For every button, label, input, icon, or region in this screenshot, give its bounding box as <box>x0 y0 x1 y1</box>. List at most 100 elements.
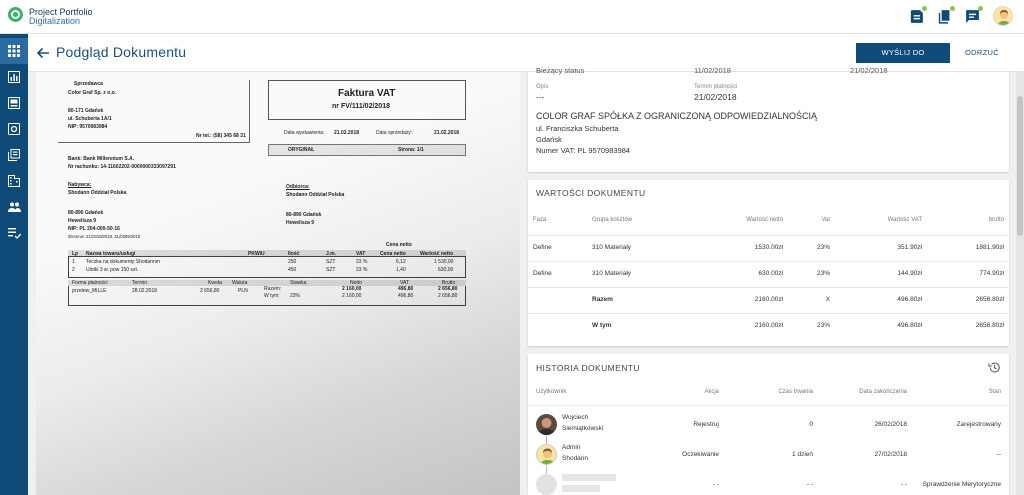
company-city: Gdańsk <box>536 135 562 144</box>
sidebar <box>0 34 28 495</box>
invoice-buyer-city: 80-890 Gdańsk <box>68 210 104 216</box>
history-state: Zarejestrowany <box>956 421 1001 428</box>
invoice-scan: Sprzedawca Color Graf Sp. z o.o. 80-171 … <box>58 78 508 378</box>
values-cell-group: 310 Materiały <box>592 270 632 277</box>
invoice-col-lp: Lp <box>72 251 79 257</box>
values-cell-vat: 23% <box>816 270 830 277</box>
invoice-pay-date: 28.02.2018 <box>132 288 158 294</box>
invoice-item-vat: 23 % <box>356 267 368 273</box>
invoice-item-value: 630,00 <box>438 267 454 273</box>
building-icon <box>8 175 20 187</box>
values-cell-vat: X <box>825 296 830 303</box>
invoice-item-price: 6,12 <box>396 259 406 265</box>
send-to-verification-button[interactable]: WYŚLIJ DO WERYFIKACJI <box>856 43 950 77</box>
opis-label: Opis <box>536 84 549 90</box>
history-action: - - <box>712 481 719 488</box>
invoice-wtym-label: W tym: <box>264 293 280 299</box>
values-including-label: W tym <box>592 322 612 329</box>
documents-icon[interactable] <box>908 6 927 25</box>
sidebar-item-apps[interactable] <box>0 38 28 64</box>
history-duration: 0 <box>809 421 813 428</box>
invoice-pay-method: przelew_MILLE <box>72 288 107 294</box>
invoice-col-pkwiu: PKWiU <box>248 251 265 257</box>
values-cell-net: 630.00zł <box>758 270 783 277</box>
invoice-wtym-gross: 2 656,80 <box>438 293 458 299</box>
invoice-seller-label: Sprzedawca <box>74 81 103 87</box>
invoice-cena-netto-label: Cena netto <box>386 242 412 248</box>
invoice-razem-label: Razem: <box>264 286 282 292</box>
invoice-receiver-name: Shodann Oddział Polska <box>286 192 345 198</box>
values-col-gross: brutto <box>988 217 1004 223</box>
people-icon <box>7 202 21 212</box>
payment-date-label: Termin płatności <box>694 84 738 90</box>
history-icon[interactable] <box>988 361 1001 374</box>
user-avatar[interactable] <box>993 6 1013 26</box>
invoice-buyer-order: Zlecenie: ZL/0319/2018, ZL/0289/2018 <box>68 234 141 239</box>
values-cell-vat-value: 496.80zł <box>897 296 922 303</box>
invoice-sale-label: Data sprzedaży: <box>376 130 413 136</box>
invoice-pay-col-currency: Waluta <box>232 280 248 286</box>
history-duration: 1 dzień <box>792 451 813 458</box>
sidebar-item-inbox[interactable] <box>0 90 28 116</box>
sidebar-item-charts[interactable] <box>0 64 28 90</box>
invoice-item-value: 1 530,00 <box>434 259 454 265</box>
invoice-sale-date: 21.02.2018 <box>434 130 460 136</box>
sidebar-item-users[interactable] <box>0 194 28 220</box>
details-cut-label: Bieżący status <box>536 66 585 75</box>
copy-icon[interactable] <box>936 6 955 25</box>
invoice-buyer-nip: NIP: PL 204-000-50-16 <box>68 226 120 232</box>
values-cell-vat: 23% <box>816 322 830 329</box>
document-preview[interactable]: Sprzedawca Color Graf Sp. z o.o. 80-171 … <box>36 72 520 495</box>
invoice-item-name: Ulotki 3 w. pow 150 szt. <box>86 267 139 273</box>
history-action: Oczekiwanie <box>682 451 719 458</box>
values-cell-gross: 774.90zł <box>979 270 1004 277</box>
invoice-sum-net: 2 160,00 <box>342 286 362 292</box>
invoice-col-qty: Ilość <box>288 251 300 257</box>
invoice-wtym-vat: 496,80 <box>398 293 414 299</box>
company-vat: Numer VAT: PL 9570983984 <box>536 146 631 155</box>
scrollbar-thumb[interactable] <box>1017 96 1023 236</box>
invoice-seller-addr1: 80-171 Gdańsk <box>68 108 104 114</box>
invoice-item-name: Teczka na dokumenty Shodannm <box>86 259 160 265</box>
chat-icon[interactable] <box>964 6 983 25</box>
invoice-title: Faktura VAT <box>338 88 396 99</box>
invoice-receiver-city: 80-890 Gdańsk <box>286 212 322 218</box>
details-cut-date-1: 11/02/2018 <box>694 66 731 75</box>
document-history-card: HISTORIA DOKUMENTU Użytkownik Akcja Czas… <box>528 354 1009 495</box>
history-duration: - - <box>806 481 813 488</box>
history-col-action: Akcja <box>704 389 719 395</box>
invoice-seller-name: Color Graf Sp. z o.o. <box>68 90 117 96</box>
avatar <box>536 444 557 465</box>
invoice-account: Nr rachunku: 14-11602202-000000033309729… <box>68 164 176 170</box>
company-street: ul. Franciszka Schuberta <box>536 124 619 133</box>
invoice-number: nr FV/111/02/2018 <box>332 103 390 110</box>
invoice-col-unit: J.m. <box>326 251 337 257</box>
invoice-col-vat: VAT <box>356 251 366 257</box>
values-col-net: Wartość netto <box>746 217 783 223</box>
history-col-user: Użytkownik <box>536 389 567 395</box>
invoice-col-net-price: Cena netto <box>380 251 406 257</box>
sidebar-item-library[interactable] <box>0 142 28 168</box>
sidebar-item-tasks[interactable] <box>0 220 28 246</box>
invoice-pay-amount: 2 656,80 <box>200 288 220 294</box>
back-arrow-icon[interactable] <box>36 46 50 60</box>
values-cell-net: 2160.00zł <box>754 322 783 329</box>
document-details-card: Bieżący status 11/02/2018 21/02/2018 Opi… <box>528 66 1009 172</box>
history-user-last: Siemiątkowski <box>562 425 604 432</box>
reject-button[interactable]: ODRZUĆ <box>960 43 1004 63</box>
values-cell-gross: 2656.80zł <box>975 322 1004 329</box>
library-icon <box>8 149 20 161</box>
invoice-buyer-label: Nabywca: <box>68 182 92 188</box>
invoice-item-lp: 2 <box>72 267 75 273</box>
invoice-issue-label: Data wystawienia: <box>284 130 325 136</box>
sidebar-item-settings[interactable] <box>0 116 28 142</box>
sidebar-item-companies[interactable] <box>0 168 28 194</box>
invoice-col-net-value: Wartość netto <box>420 251 454 257</box>
invoice-buyer-name: Shodann Oddział Polska <box>68 190 127 196</box>
history-state: Sprawdzenie Merytoryczne <box>922 481 1001 488</box>
history-date: 26/02/2018 <box>874 421 907 428</box>
history-col-duration: Czas trwania <box>778 389 813 395</box>
invoice-item-unit: SZT <box>326 267 336 273</box>
invoice-pay-col-rate: Stawka <box>290 280 307 286</box>
values-cell-vat-value: 144.90zł <box>897 270 922 277</box>
